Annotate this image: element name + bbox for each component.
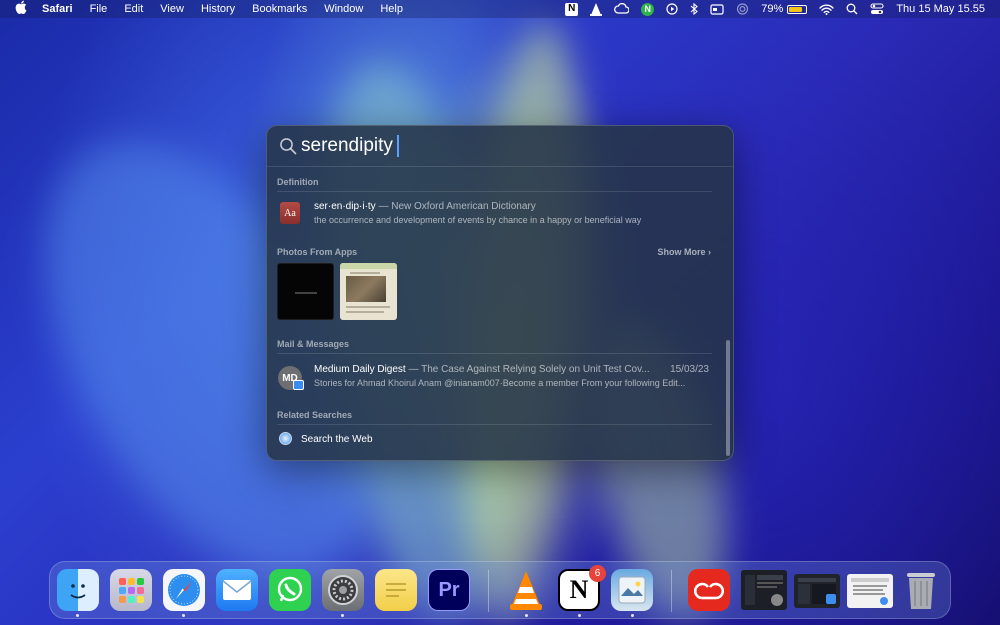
definition-word: ser·en·dip·i·ty (314, 201, 376, 212)
scrollbar[interactable] (726, 340, 730, 456)
search-icon[interactable] (846, 3, 858, 15)
play-circle-icon[interactable] (666, 3, 678, 15)
show-more-label: Show More (657, 247, 706, 257)
cloud-icon[interactable] (614, 3, 630, 15)
divider (267, 166, 733, 167)
mail-subject: — The Case Against Relying Solely on Uni… (405, 364, 650, 375)
mail-result[interactable]: Medium Daily Digest — The Case Against R… (314, 364, 659, 375)
mail-icon[interactable] (216, 569, 258, 611)
search-the-web-item[interactable]: Search the Web (301, 434, 373, 445)
show-more-button[interactable]: Show More › (657, 247, 711, 257)
card-icon[interactable] (710, 3, 724, 15)
section-header-definition: Definition (277, 177, 319, 187)
control-center-icon[interactable] (870, 3, 884, 15)
menu-window[interactable]: Window (324, 0, 363, 18)
definition-result[interactable]: ser·en·dip·i·ty — New Oxford American Di… (314, 201, 536, 212)
running-indicator (631, 614, 634, 617)
clock[interactable]: Thu 15 May 15.55 (896, 0, 985, 18)
safari-icon[interactable] (163, 569, 205, 611)
dock: Pr N 6 (49, 561, 951, 619)
photo-thumbnail[interactable] (340, 263, 397, 320)
window-thumbnail[interactable] (741, 570, 787, 610)
window-thumbnail[interactable] (847, 574, 893, 608)
running-indicator (341, 614, 344, 617)
menu-bookmarks[interactable]: Bookmarks (252, 0, 307, 18)
mail-badge-icon (293, 380, 304, 390)
mail-preview: Stories for Ahmad Khoirul Anam @inianam0… (314, 378, 686, 388)
apple-icon[interactable] (15, 0, 29, 19)
menu-file[interactable]: File (90, 0, 108, 18)
menu-help[interactable]: Help (380, 0, 403, 18)
menu-edit[interactable]: Edit (124, 0, 143, 18)
search-icon (279, 137, 297, 155)
text-cursor (397, 135, 399, 157)
wifi-icon[interactable] (819, 4, 835, 15)
finder-icon[interactable] (57, 569, 99, 611)
dictionary-icon: Aa (280, 202, 300, 224)
divider (277, 353, 712, 354)
running-indicator (525, 614, 528, 617)
photo-thumbnail[interactable] (277, 263, 334, 320)
definition-source: — New Oxford American Dictionary (375, 201, 536, 212)
battery-status[interactable]: 79% (761, 0, 808, 18)
menu-bar: Safari File Edit View History Bookmarks … (0, 0, 1000, 18)
mail-date: 15/03/23 (670, 364, 709, 375)
window-thumbnail[interactable] (794, 574, 840, 608)
vlc-icon[interactable] (590, 2, 603, 16)
section-header-mail: Mail & Messages (277, 339, 350, 349)
notion-icon[interactable]: N (565, 2, 579, 16)
system-settings-icon[interactable] (322, 569, 364, 611)
battery-percent: 79% (761, 3, 784, 15)
vlc-icon[interactable] (505, 569, 547, 611)
chevron-right-icon: › (708, 247, 711, 257)
airplay-icon[interactable] (736, 3, 749, 15)
safari-icon (279, 432, 292, 445)
whatsapp-icon[interactable] (269, 569, 311, 611)
spotlight-panel: Definition Aa ser·en·dip·i·ty — New Oxfo… (266, 125, 734, 461)
battery-icon (787, 4, 808, 14)
n-green-icon[interactable]: N (641, 2, 655, 16)
section-header-photos: Photos From Apps (277, 247, 358, 257)
status-area: N N 79% Thu 15 May 15.55 (553, 0, 1000, 18)
spotlight-search-row (267, 126, 733, 166)
notion-label: N (569, 575, 589, 604)
bluetooth-icon[interactable] (690, 3, 699, 15)
notification-badge: 6 (589, 565, 606, 582)
running-indicator (76, 614, 79, 617)
running-indicator (182, 614, 185, 617)
menu-history[interactable]: History (201, 0, 235, 18)
divider (277, 191, 712, 192)
definition-meaning: the occurrence and development of events… (314, 215, 642, 225)
section-header-related: Related Searches (277, 410, 353, 420)
running-indicator (578, 614, 581, 617)
launchpad-icon[interactable] (110, 569, 152, 611)
mail-sender: Medium Daily Digest (314, 364, 406, 375)
spotlight-search-input[interactable] (301, 132, 721, 160)
dock-separator (671, 570, 672, 612)
preview-icon[interactable] (611, 569, 653, 611)
trash-icon[interactable] (900, 569, 942, 611)
dock-separator (488, 570, 489, 612)
divider (277, 424, 712, 425)
stickies-icon[interactable] (375, 569, 417, 611)
premiere-pro-icon[interactable]: Pr (428, 569, 470, 611)
menu-view[interactable]: View (160, 0, 184, 18)
menu-app-name[interactable]: Safari (42, 0, 73, 18)
creative-cloud-icon[interactable] (688, 569, 730, 611)
